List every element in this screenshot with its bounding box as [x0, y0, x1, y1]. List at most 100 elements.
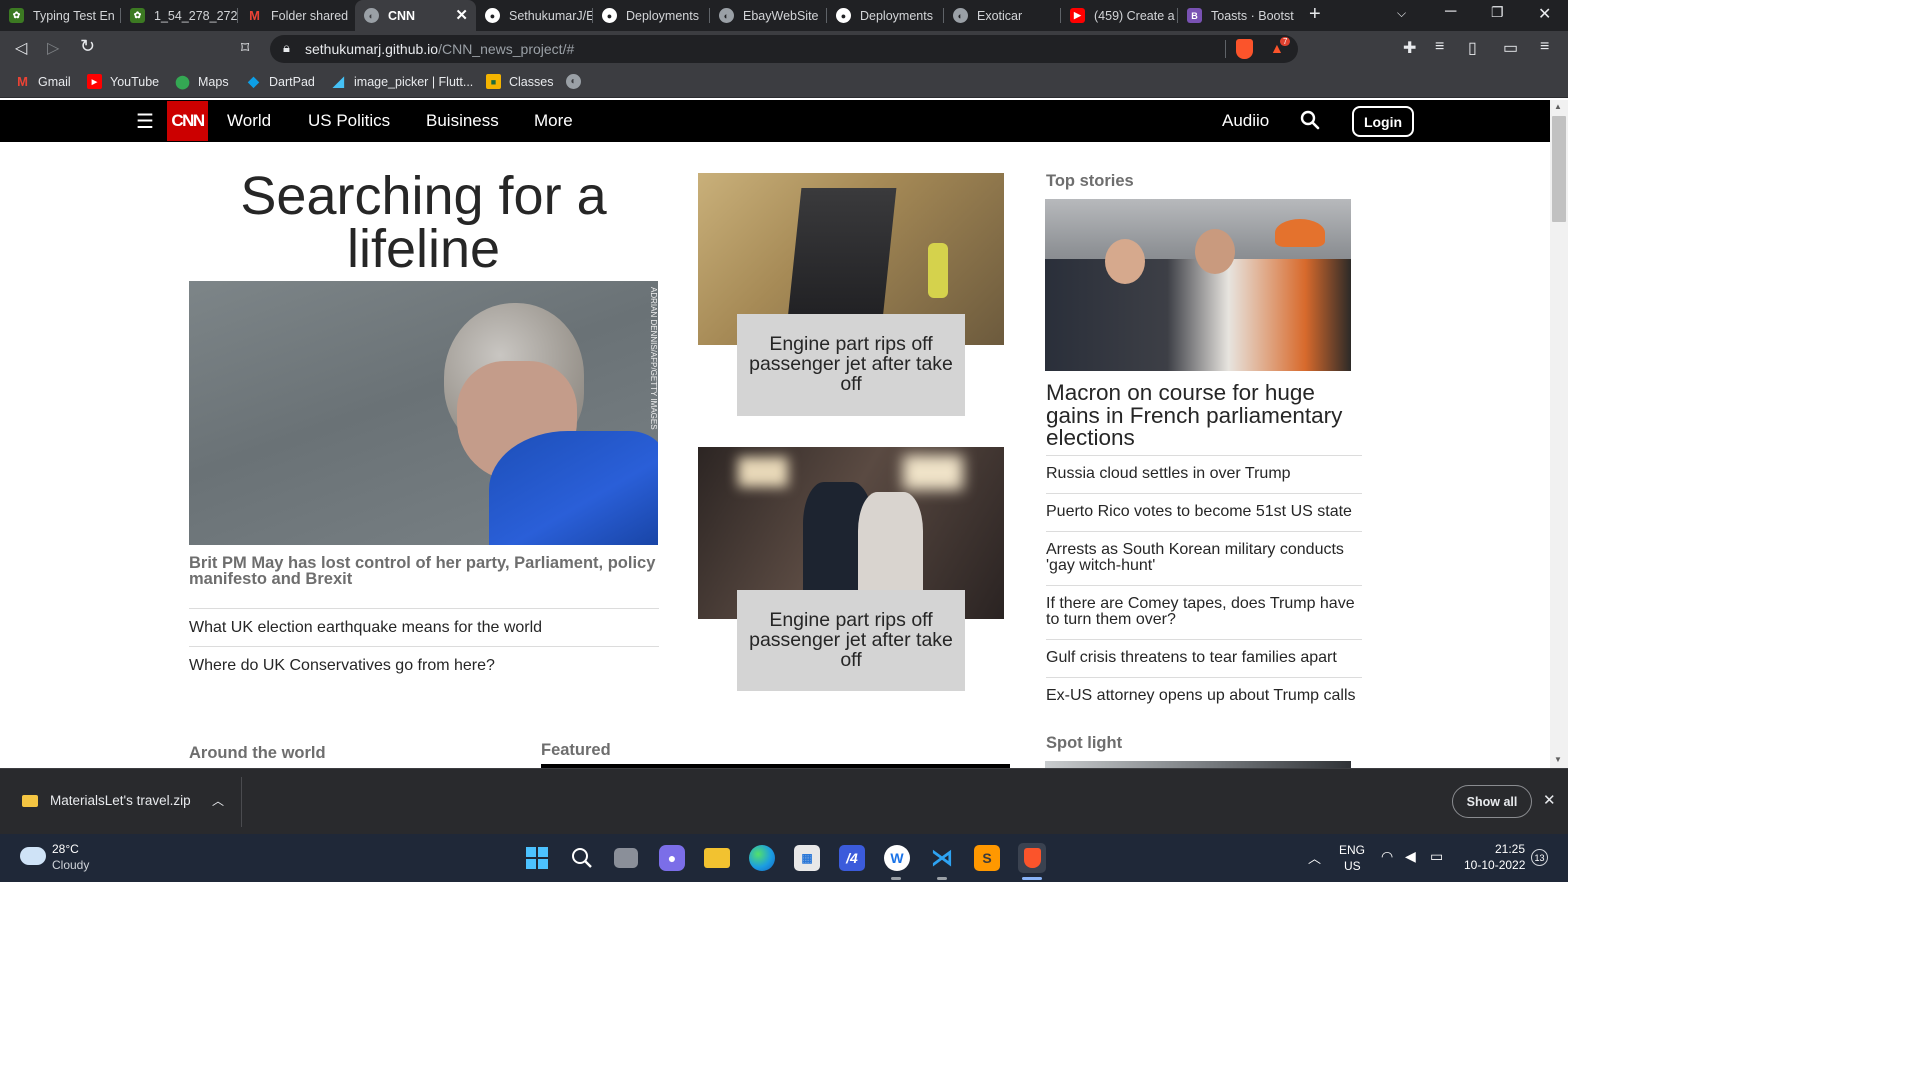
app-icon[interactable]: W	[884, 845, 910, 871]
new-tab-icon[interactable]: +	[1309, 3, 1321, 26]
sublime-text-icon[interactable]: S	[974, 845, 1000, 871]
top-story-link[interactable]: If there are Comey tapes, does Trump hav…	[1046, 585, 1362, 639]
back-icon[interactable]: ◁	[15, 38, 27, 58]
scroll-up-icon[interactable]: ▲	[1554, 102, 1562, 111]
brave-browser-icon[interactable]	[1018, 843, 1046, 873]
edge-browser-icon[interactable]	[749, 845, 775, 871]
browser-tab[interactable]: ● SethukumarJ/E	[476, 0, 593, 31]
menu-icon[interactable]: ≡	[1540, 38, 1549, 56]
restore-icon[interactable]: ❐	[1491, 4, 1504, 21]
search-icon[interactable]	[569, 845, 595, 871]
bookmark-gmail[interactable]: M Gmail	[15, 74, 71, 89]
main-story-photo[interactable]: ADRIAN DENNIS/AFP/GETTY IMAGES	[189, 281, 658, 545]
microsoft-store-icon[interactable]: ▦	[794, 845, 820, 871]
photo-credit: ADRIAN DENNIS/AFP/GETTY IMAGES	[649, 287, 658, 430]
wifi-icon[interactable]: ◠	[1381, 848, 1393, 865]
clock-date[interactable]: 10-10-2022	[1464, 858, 1525, 872]
browser-tab[interactable]: ● Deployments	[593, 0, 710, 31]
scroll-down-icon[interactable]: ▼	[1554, 755, 1562, 764]
weather-condition[interactable]: Cloudy	[52, 858, 89, 872]
cnn-logo[interactable]: CNN	[167, 101, 208, 141]
photo-cap-shape	[1275, 219, 1325, 247]
close-tab-icon[interactable]: ✕	[455, 6, 468, 24]
browser-tab[interactable]: ◐ EbayWebSite	[710, 0, 827, 31]
story-card-caption[interactable]: Engine part rips off passenger jet after…	[737, 590, 965, 691]
tab-title: (459) Create a	[1094, 8, 1175, 23]
close-download-bar-icon[interactable]: ✕	[1543, 791, 1556, 809]
bookmark-globe[interactable]: ◐	[566, 74, 589, 89]
top-story-link[interactable]: Puerto Rico votes to become 51st US stat…	[1046, 493, 1362, 531]
nav-world[interactable]: World	[227, 111, 271, 131]
login-button[interactable]: Login	[1352, 106, 1414, 137]
bookmark-maps[interactable]: ⬤ Maps	[175, 74, 228, 89]
minimize-icon[interactable]: ─	[1445, 3, 1456, 21]
tab-search-icon[interactable]: ⌵	[1397, 6, 1406, 21]
teams-chat-icon[interactable]: ●	[659, 845, 685, 871]
windows-start-icon[interactable]	[524, 845, 550, 871]
top-story-link[interactable]: Gulf crisis threatens to tear families a…	[1046, 639, 1362, 677]
tab-title: Deployments	[860, 8, 933, 23]
search-icon[interactable]	[1300, 110, 1320, 135]
input-region[interactable]: US	[1344, 859, 1361, 873]
browser-tab[interactable]: ◐ Exoticar	[944, 0, 1061, 31]
nav-us-politics[interactable]: US Politics	[308, 111, 390, 131]
browser-tab[interactable]: ▶ (459) Create a	[1061, 0, 1178, 31]
omnibox-divider	[1225, 40, 1226, 58]
spotlight-photo[interactable]	[1045, 761, 1351, 768]
bookmark-classes[interactable]: ■ Classes	[486, 74, 553, 89]
tab-title: Deployments	[626, 8, 699, 23]
related-story-link[interactable]: Where do UK Conservatives go from here?	[189, 646, 659, 684]
top-story-link[interactable]: Russia cloud settles in over Trump	[1046, 455, 1362, 493]
notification-count[interactable]: 13	[1531, 849, 1548, 866]
file-explorer-icon[interactable]	[704, 848, 730, 868]
forward-icon[interactable]: ▷	[47, 38, 59, 58]
app-icon[interactable]: /4	[839, 845, 865, 871]
browser-tab[interactable]: ● Deployments	[827, 0, 944, 31]
battery-icon[interactable]: ▭	[1430, 848, 1443, 865]
nav-audio[interactable]: Audiio	[1222, 111, 1269, 131]
bookmark-image-picker[interactable]: ◢ image_picker | Flutt...	[331, 73, 473, 89]
related-story-link[interactable]: What UK election earthquake means for th…	[189, 608, 659, 646]
volume-icon[interactable]: ◀	[1405, 848, 1416, 865]
nav-more[interactable]: More	[534, 111, 573, 131]
browser-tab[interactable]: ✿ Typing Test En	[0, 0, 121, 31]
sidebar-icon[interactable]: ▯	[1468, 38, 1477, 58]
clock-time[interactable]: 21:25	[1495, 842, 1525, 856]
main-story-caption[interactable]: Brit PM May has lost control of her part…	[189, 555, 659, 588]
task-view-icon[interactable]	[614, 848, 638, 868]
browser-tab-active[interactable]: ◐ CNN ✕	[355, 0, 476, 31]
brave-shield-icon[interactable]	[1236, 39, 1253, 59]
main-headline[interactable]: Searching for a lifeline	[189, 169, 658, 276]
browser-tab[interactable]: M Folder shared	[238, 0, 355, 31]
bookmark-icon[interactable]: ⌑	[241, 38, 249, 58]
top-story-photo[interactable]	[1045, 199, 1351, 371]
browser-tab[interactable]: ✿ 1_54_278_272_	[121, 0, 238, 31]
bookmark-dartpad[interactable]: ◆ DartPad	[246, 73, 315, 89]
input-language[interactable]: ENG	[1339, 843, 1365, 857]
media-controls-icon[interactable]: ≡	[1435, 38, 1444, 56]
extensions-icon[interactable]: ✚	[1403, 38, 1416, 58]
browser-tab[interactable]: B Toasts · Bootst	[1178, 0, 1295, 31]
top-story-headline[interactable]: Macron on course for huge gains in Frenc…	[1046, 381, 1361, 450]
photo-face-shape	[1195, 229, 1235, 274]
vscode-icon[interactable]: ⋊	[929, 845, 955, 871]
show-all-button[interactable]: Show all	[1452, 785, 1532, 818]
top-story-link[interactable]: Arrests as South Korean military conduct…	[1046, 531, 1362, 585]
wallet-icon[interactable]: ▭	[1503, 38, 1518, 58]
zip-file-icon	[22, 795, 38, 807]
scrollbar-thumb[interactable]	[1552, 116, 1566, 222]
bookmark-youtube[interactable]: ▶ YouTube	[87, 74, 159, 89]
nav-business[interactable]: Buisiness	[426, 111, 499, 131]
story-card-caption[interactable]: Engine part rips off passenger jet after…	[737, 314, 965, 416]
reload-icon[interactable]: ↻	[80, 36, 95, 57]
address-bar[interactable]: 🔒︎ sethukumarj.github.io/CNN_news_projec…	[270, 35, 1298, 63]
chevron-up-icon[interactable]: ︿	[212, 792, 224, 809]
browser-toolbar: ◁ ▷ ↻ ⌑ 🔒︎ sethukumarj.github.io/CNN_new…	[0, 31, 1568, 67]
chevron-up-icon[interactable]: ︿	[1308, 848, 1321, 867]
photo-crowd-shape	[1045, 259, 1351, 371]
close-window-icon[interactable]: ✕	[1538, 4, 1551, 24]
hamburger-menu-icon[interactable]: ☰	[136, 109, 154, 134]
weather-temperature[interactable]: 28°C	[52, 842, 79, 856]
download-filename[interactable]: MaterialsLet's travel.zip	[50, 793, 191, 808]
top-story-link[interactable]: Ex-US attorney opens up about Trump call…	[1046, 677, 1362, 715]
